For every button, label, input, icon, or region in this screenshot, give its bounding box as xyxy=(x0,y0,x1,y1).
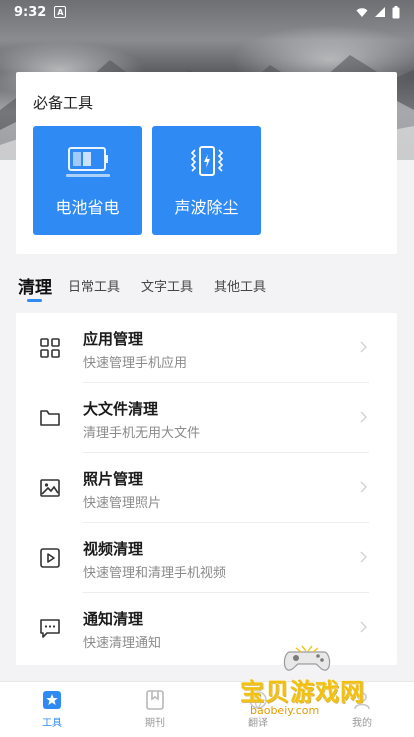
message-icon xyxy=(40,619,60,638)
category-tabs: 清理 日常工具 文字工具 其他工具 xyxy=(18,272,287,308)
battery-status-icon xyxy=(392,5,400,18)
nav-journal[interactable]: 期刊 xyxy=(125,690,185,729)
list-item-title: 应用管理 xyxy=(83,330,144,348)
sonic-dust-removal-button[interactable]: 声波除尘 xyxy=(152,126,261,235)
bottom-navigation: 工具 期刊 翻译 我的 xyxy=(0,681,414,737)
list-item-subtitle: 快速管理照片 xyxy=(83,496,162,511)
list-item-video-clean[interactable]: 视频清理 快速管理和清理手机视频 xyxy=(16,523,397,593)
chevron-right-icon xyxy=(360,621,367,633)
tools-nav-icon xyxy=(43,691,61,709)
signal-icon xyxy=(375,7,385,17)
battery-saver-label: 电池省电 xyxy=(55,198,120,217)
clean-tools-list: 应用管理 快速管理手机应用 大文件清理 清理手机无用大文件 照片管理 快速管理照… xyxy=(16,313,397,665)
profile-nav-icon xyxy=(354,692,370,710)
essential-tools-title: 必备工具 xyxy=(33,94,94,112)
status-bar: 9:32 A xyxy=(0,0,414,24)
nav-tools[interactable]: 工具 xyxy=(22,690,82,729)
notification-a-icon: A xyxy=(54,6,67,18)
list-item-subtitle: 快速管理手机应用 xyxy=(83,356,188,371)
nav-tools-label: 工具 xyxy=(42,718,62,729)
list-item-subtitle: 快速清理通知 xyxy=(83,636,162,651)
sonic-dust-removal-label: 声波除尘 xyxy=(174,198,239,217)
tab-text-tools[interactable]: 文字工具 xyxy=(141,272,193,295)
chevron-right-icon xyxy=(360,551,367,563)
folder-icon xyxy=(40,410,60,426)
battery-saver-button[interactable]: 电池省电 xyxy=(33,126,142,235)
nav-translate[interactable]: 翻译 xyxy=(228,690,288,729)
status-time: 9:32 xyxy=(14,4,47,20)
list-item-title: 视频清理 xyxy=(83,540,144,558)
chevron-right-icon xyxy=(360,341,367,353)
list-item-title: 通知清理 xyxy=(83,610,144,628)
tab-daily-tools[interactable]: 日常工具 xyxy=(68,272,120,295)
tab-clean[interactable]: 清理 xyxy=(18,272,52,302)
journal-nav-icon xyxy=(146,690,164,710)
chevron-right-icon xyxy=(360,481,367,493)
image-icon xyxy=(40,479,60,497)
nav-profile-label: 我的 xyxy=(352,718,372,729)
list-item-title: 照片管理 xyxy=(83,470,144,488)
list-item-notification-clean[interactable]: 通知清理 快速清理通知 xyxy=(16,593,397,663)
tab-other-tools[interactable]: 其他工具 xyxy=(214,272,266,295)
phone-vibrate-icon xyxy=(190,146,223,176)
essential-tools-card: 必备工具 电池省电 声波除尘 xyxy=(16,72,397,254)
battery-icon xyxy=(65,147,110,177)
list-item-photo-manager[interactable]: 照片管理 快速管理照片 xyxy=(16,453,397,523)
list-item-app-manager[interactable]: 应用管理 快速管理手机应用 xyxy=(16,313,397,383)
nav-journal-label: 期刊 xyxy=(145,718,165,729)
list-item-large-file-clean[interactable]: 大文件清理 清理手机无用大文件 xyxy=(16,383,397,453)
list-item-subtitle: 快速管理和清理手机视频 xyxy=(83,566,227,581)
wifi-icon xyxy=(356,8,368,17)
video-play-icon xyxy=(40,548,60,568)
nav-profile[interactable]: 我的 xyxy=(332,690,392,729)
apps-grid-icon xyxy=(40,338,60,358)
list-item-title: 大文件清理 xyxy=(83,400,159,418)
translate-nav-icon xyxy=(249,691,267,709)
chevron-right-icon xyxy=(360,411,367,423)
list-item-subtitle: 清理手机无用大文件 xyxy=(83,426,201,441)
nav-translate-label: 翻译 xyxy=(248,718,268,729)
